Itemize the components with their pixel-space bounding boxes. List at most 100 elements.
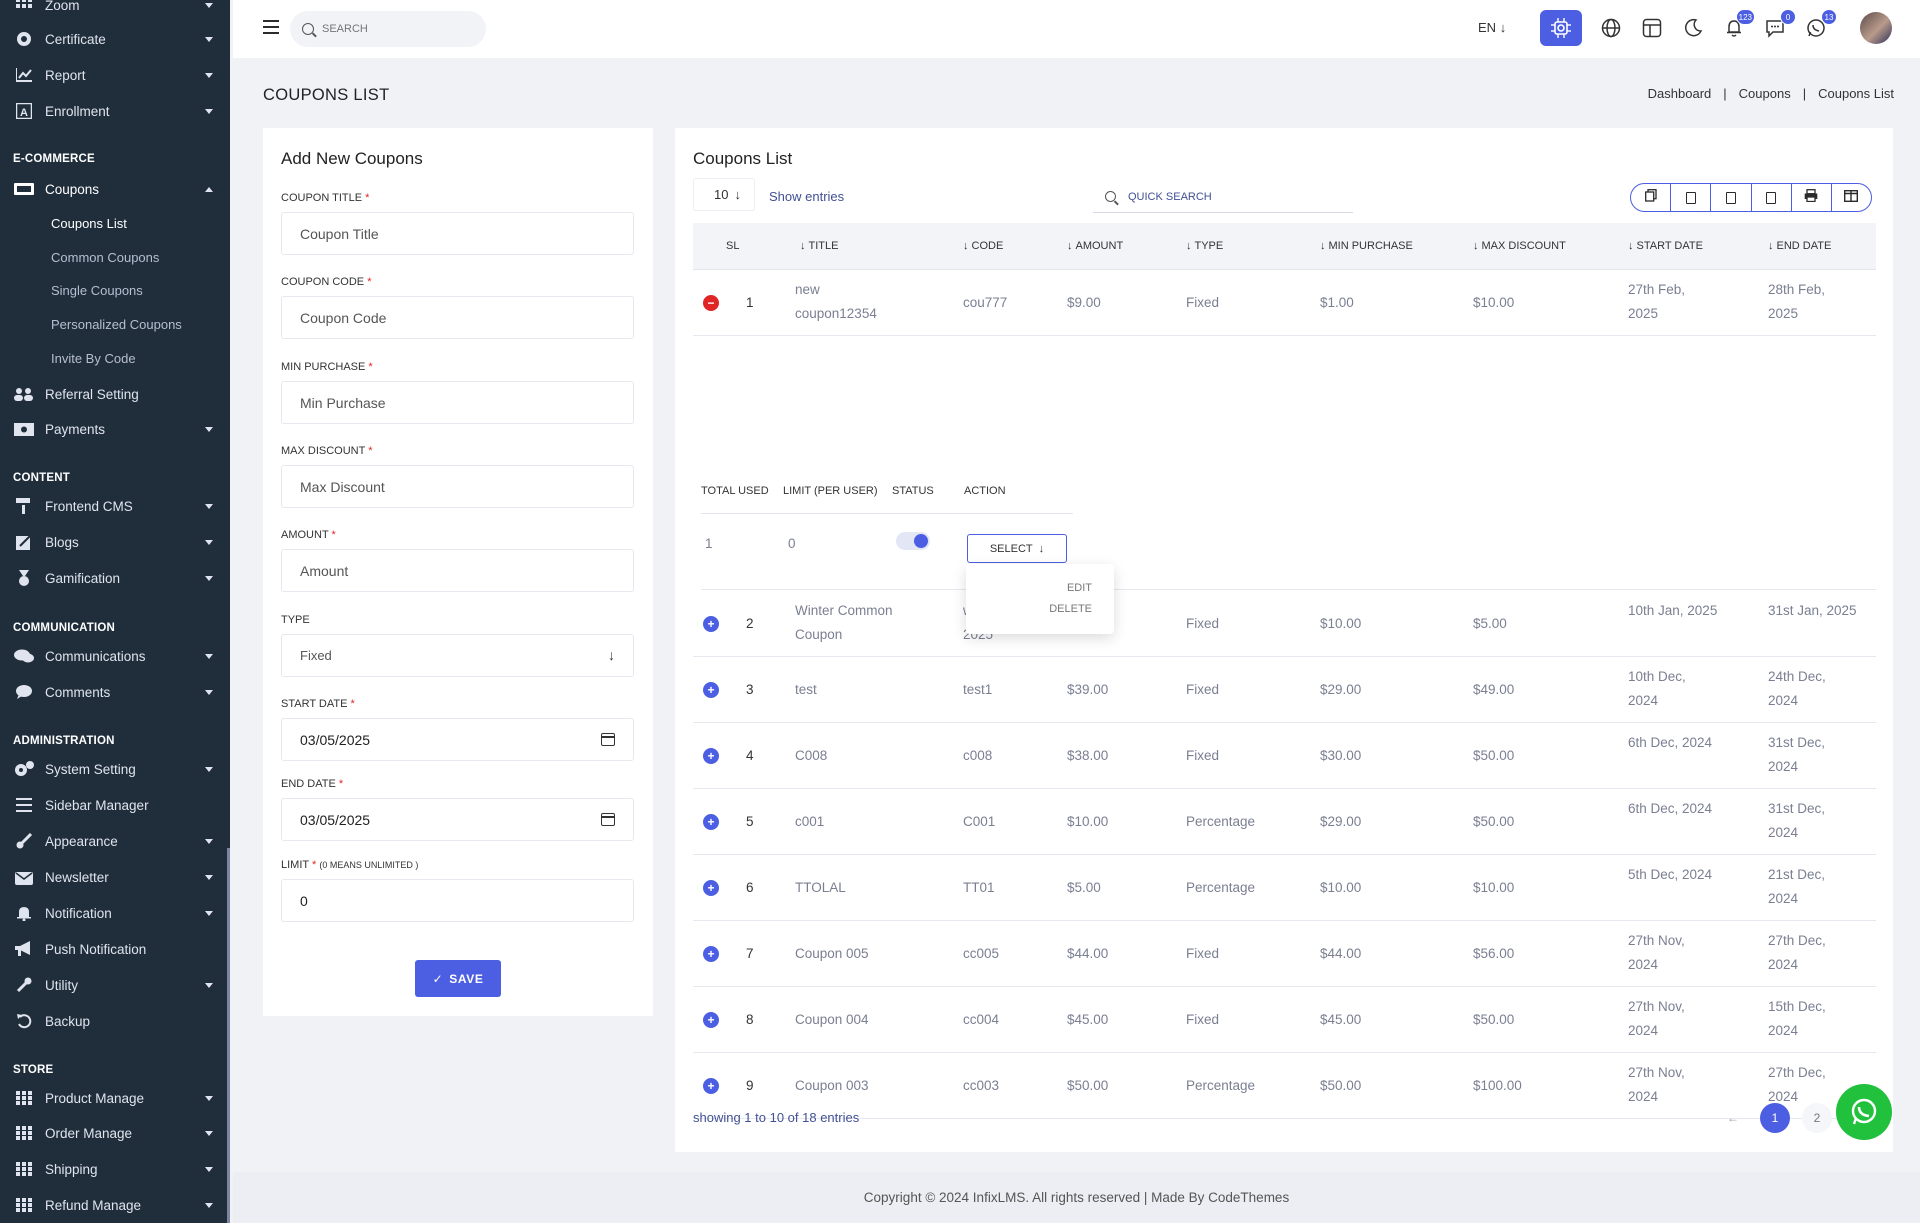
- sidebar-item-referral[interactable]: Referral Setting: [13, 379, 213, 409]
- delete-menu-item[interactable]: DELETE: [1049, 603, 1092, 615]
- menu-icon[interactable]: [263, 20, 279, 34]
- page-1[interactable]: 1: [1760, 1103, 1790, 1133]
- calendar-icon[interactable]: [601, 813, 615, 826]
- sidebar-sub-coupons-list[interactable]: Coupons List: [51, 211, 127, 235]
- gears-icon: [13, 761, 35, 777]
- limit-input[interactable]: 0: [281, 879, 634, 922]
- sidebar-item-communications[interactable]: Communications: [13, 641, 213, 671]
- edit-menu-item[interactable]: EDIT: [1067, 582, 1092, 594]
- col-code[interactable]: ↓ CODE: [963, 240, 1003, 252]
- sidebar-item-sidebar-manager[interactable]: Sidebar Manager: [13, 790, 213, 820]
- sidebar-item-report[interactable]: Report: [13, 60, 213, 90]
- sidebar-item-frontend-cms[interactable]: Frontend CMS: [13, 491, 213, 521]
- detail-col-action: ACTION: [964, 485, 1006, 497]
- search-box[interactable]: [290, 11, 486, 47]
- coupon-code-input[interactable]: Coupon Code: [281, 296, 634, 339]
- sidebar-sub-invite-by-code[interactable]: Invite By Code: [51, 346, 136, 370]
- expand-icon[interactable]: +: [703, 1012, 719, 1028]
- avatar[interactable]: [1860, 12, 1892, 44]
- min-purchase-input[interactable]: Min Purchase: [281, 381, 634, 424]
- row-title: test: [795, 682, 817, 697]
- pdf-button[interactable]: [1752, 184, 1792, 211]
- detail-col-limit: LIMIT (PER USER): [783, 485, 878, 497]
- bell-icon[interactable]: 123: [1721, 9, 1755, 41]
- columns-button[interactable]: [1832, 184, 1871, 211]
- col-amount[interactable]: ↓ AMOUNT: [1067, 240, 1123, 252]
- excel-button[interactable]: [1671, 184, 1712, 211]
- calendar-icon[interactable]: [601, 733, 615, 746]
- columns-icon: [1844, 189, 1859, 207]
- sidebar-scrollbar[interactable]: [227, 848, 230, 1223]
- save-button[interactable]: ✓ SAVE: [415, 960, 501, 997]
- sidebar-item-blogs[interactable]: Blogs: [13, 527, 213, 557]
- sidebar-item-shipping[interactable]: Shipping: [13, 1154, 213, 1184]
- expand-icon[interactable]: +: [703, 616, 719, 632]
- entries-select[interactable]: 10 ↓: [693, 178, 755, 211]
- sidebar-item-system-setting[interactable]: System Setting: [13, 754, 213, 784]
- collapse-icon[interactable]: −: [703, 295, 719, 311]
- sidebar-sub-personalized-coupons[interactable]: Personalized Coupons: [51, 312, 182, 336]
- type-select[interactable]: Fixed ↓: [281, 634, 634, 677]
- prev-page-icon[interactable]: ←: [1718, 1103, 1748, 1133]
- breadcrumb-dashboard[interactable]: Dashboard: [1648, 86, 1712, 101]
- sidebar-item-label: Comments: [45, 684, 111, 700]
- sidebar-item-utility[interactable]: Utility: [13, 970, 213, 1000]
- col-max-discount[interactable]: ↓ MAX DISCOUNT: [1473, 240, 1566, 252]
- col-start-date[interactable]: ↓ START DATE: [1628, 240, 1703, 252]
- sidebar-item-order-manage[interactable]: Order Manage: [13, 1118, 213, 1148]
- table-row: + 2 Winter Common Coupon w 2025 Fixed $1…: [693, 591, 1876, 657]
- col-min-purchase[interactable]: ↓ MIN PURCHASE: [1320, 240, 1413, 252]
- breadcrumb-coupons-list[interactable]: Coupons List: [1818, 86, 1894, 101]
- sort-icon: ↓: [1628, 240, 1634, 252]
- message-icon[interactable]: 0: [1762, 9, 1796, 41]
- sidebar-item-comments[interactable]: Comments: [13, 677, 213, 707]
- sidebar-item-appearance[interactable]: Appearance: [13, 826, 213, 856]
- csv-button[interactable]: [1711, 184, 1752, 211]
- quick-search-input[interactable]: QUICK SEARCH: [1093, 181, 1353, 213]
- sidebar-item-gamification[interactable]: Gamification: [13, 563, 213, 593]
- copy-button[interactable]: [1631, 184, 1672, 211]
- sidebar-item-coupons[interactable]: Coupons: [13, 174, 213, 204]
- max-discount-input[interactable]: Max Discount: [281, 465, 634, 508]
- coupon-title-input[interactable]: Coupon Title: [281, 212, 634, 255]
- sidebar-item-backup[interactable]: Backup: [13, 1006, 213, 1036]
- sidebar-item-newsletter[interactable]: Newsletter: [13, 862, 213, 892]
- table-row: + 4 C008 c008 $38.00 Fixed $30.00 $50.00…: [693, 723, 1876, 789]
- start-date-input[interactable]: 03/05/2025: [281, 718, 634, 761]
- sidebar-item-payments[interactable]: Payments: [13, 414, 213, 444]
- sidebar-sub-common-coupons[interactable]: Common Coupons: [51, 245, 159, 269]
- print-button[interactable]: [1792, 184, 1832, 211]
- globe-icon[interactable]: [1598, 15, 1624, 41]
- row-min: $29.00: [1320, 814, 1362, 829]
- expand-icon[interactable]: +: [703, 682, 719, 698]
- layout-icon[interactable]: [1639, 15, 1665, 41]
- sidebar-item-enrollment[interactable]: A Enrollment: [13, 96, 213, 126]
- expand-icon[interactable]: +: [703, 946, 719, 962]
- sidebar-item-product-manage[interactable]: Product Manage: [13, 1083, 213, 1113]
- sidebar-item-notification[interactable]: Notification: [13, 898, 213, 928]
- language-select[interactable]: EN ↓: [1478, 20, 1506, 35]
- sidebar-item-refund-manage[interactable]: Refund Manage: [13, 1190, 213, 1220]
- col-sl[interactable]: SL: [726, 240, 739, 252]
- col-title[interactable]: ↓ TITLE: [800, 240, 838, 252]
- expand-icon[interactable]: +: [703, 814, 719, 830]
- page-2[interactable]: 2: [1802, 1103, 1832, 1133]
- col-type[interactable]: ↓ TYPE: [1186, 240, 1223, 252]
- sidebar-sub-single-coupons[interactable]: Single Coupons: [51, 278, 143, 302]
- chip-settings-icon[interactable]: [1540, 10, 1582, 46]
- expand-icon[interactable]: +: [703, 748, 719, 764]
- sidebar-item-push-notification[interactable]: Push Notification: [13, 934, 213, 964]
- whatsapp-chat-button[interactable]: [1836, 1084, 1892, 1140]
- chevron-down-icon: [205, 36, 213, 42]
- amount-input[interactable]: Amount: [281, 549, 634, 592]
- breadcrumb-coupons[interactable]: Coupons: [1739, 86, 1791, 101]
- expand-icon[interactable]: +: [703, 880, 719, 896]
- moon-icon[interactable]: [1680, 15, 1706, 41]
- whatsapp-icon[interactable]: 13: [1803, 9, 1837, 41]
- sidebar-item-zoom[interactable]: Zoom: [13, 0, 213, 20]
- search-input[interactable]: [322, 23, 472, 35]
- sidebar-item-certificate[interactable]: Certificate: [13, 24, 213, 54]
- expand-icon[interactable]: +: [703, 1078, 719, 1094]
- end-date-input[interactable]: 03/05/2025: [281, 798, 634, 841]
- col-end-date[interactable]: ↓ END DATE: [1768, 240, 1831, 252]
